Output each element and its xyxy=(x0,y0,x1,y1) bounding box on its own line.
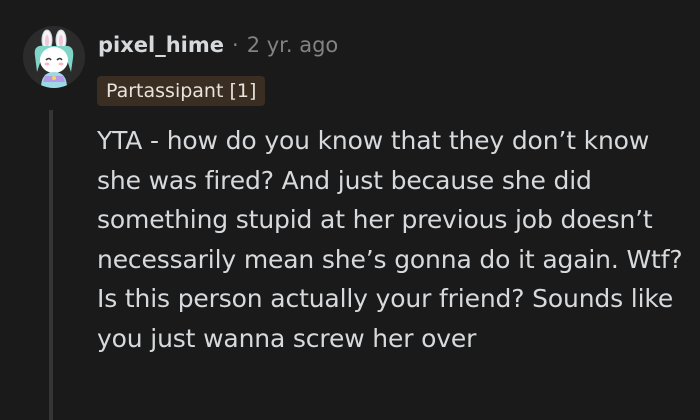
thread-collapse-line[interactable] xyxy=(49,110,53,420)
comment-header: pixel_hime · 2 yr. ago xyxy=(98,33,338,67)
bunny-avatar-icon xyxy=(23,26,85,88)
comment: pixel_hime · 2 yr. ago Partassipant [1] … xyxy=(0,0,700,420)
comment-body: YTA - how do you know that they don’t kn… xyxy=(97,126,683,353)
user-flair-badge: Partassipant [1] xyxy=(97,76,266,106)
user-avatar[interactable] xyxy=(23,26,85,88)
timestamp-link[interactable]: 2 yr. ago xyxy=(247,33,339,57)
meta-separator: · xyxy=(232,33,239,57)
username-link[interactable]: pixel_hime xyxy=(98,33,224,57)
